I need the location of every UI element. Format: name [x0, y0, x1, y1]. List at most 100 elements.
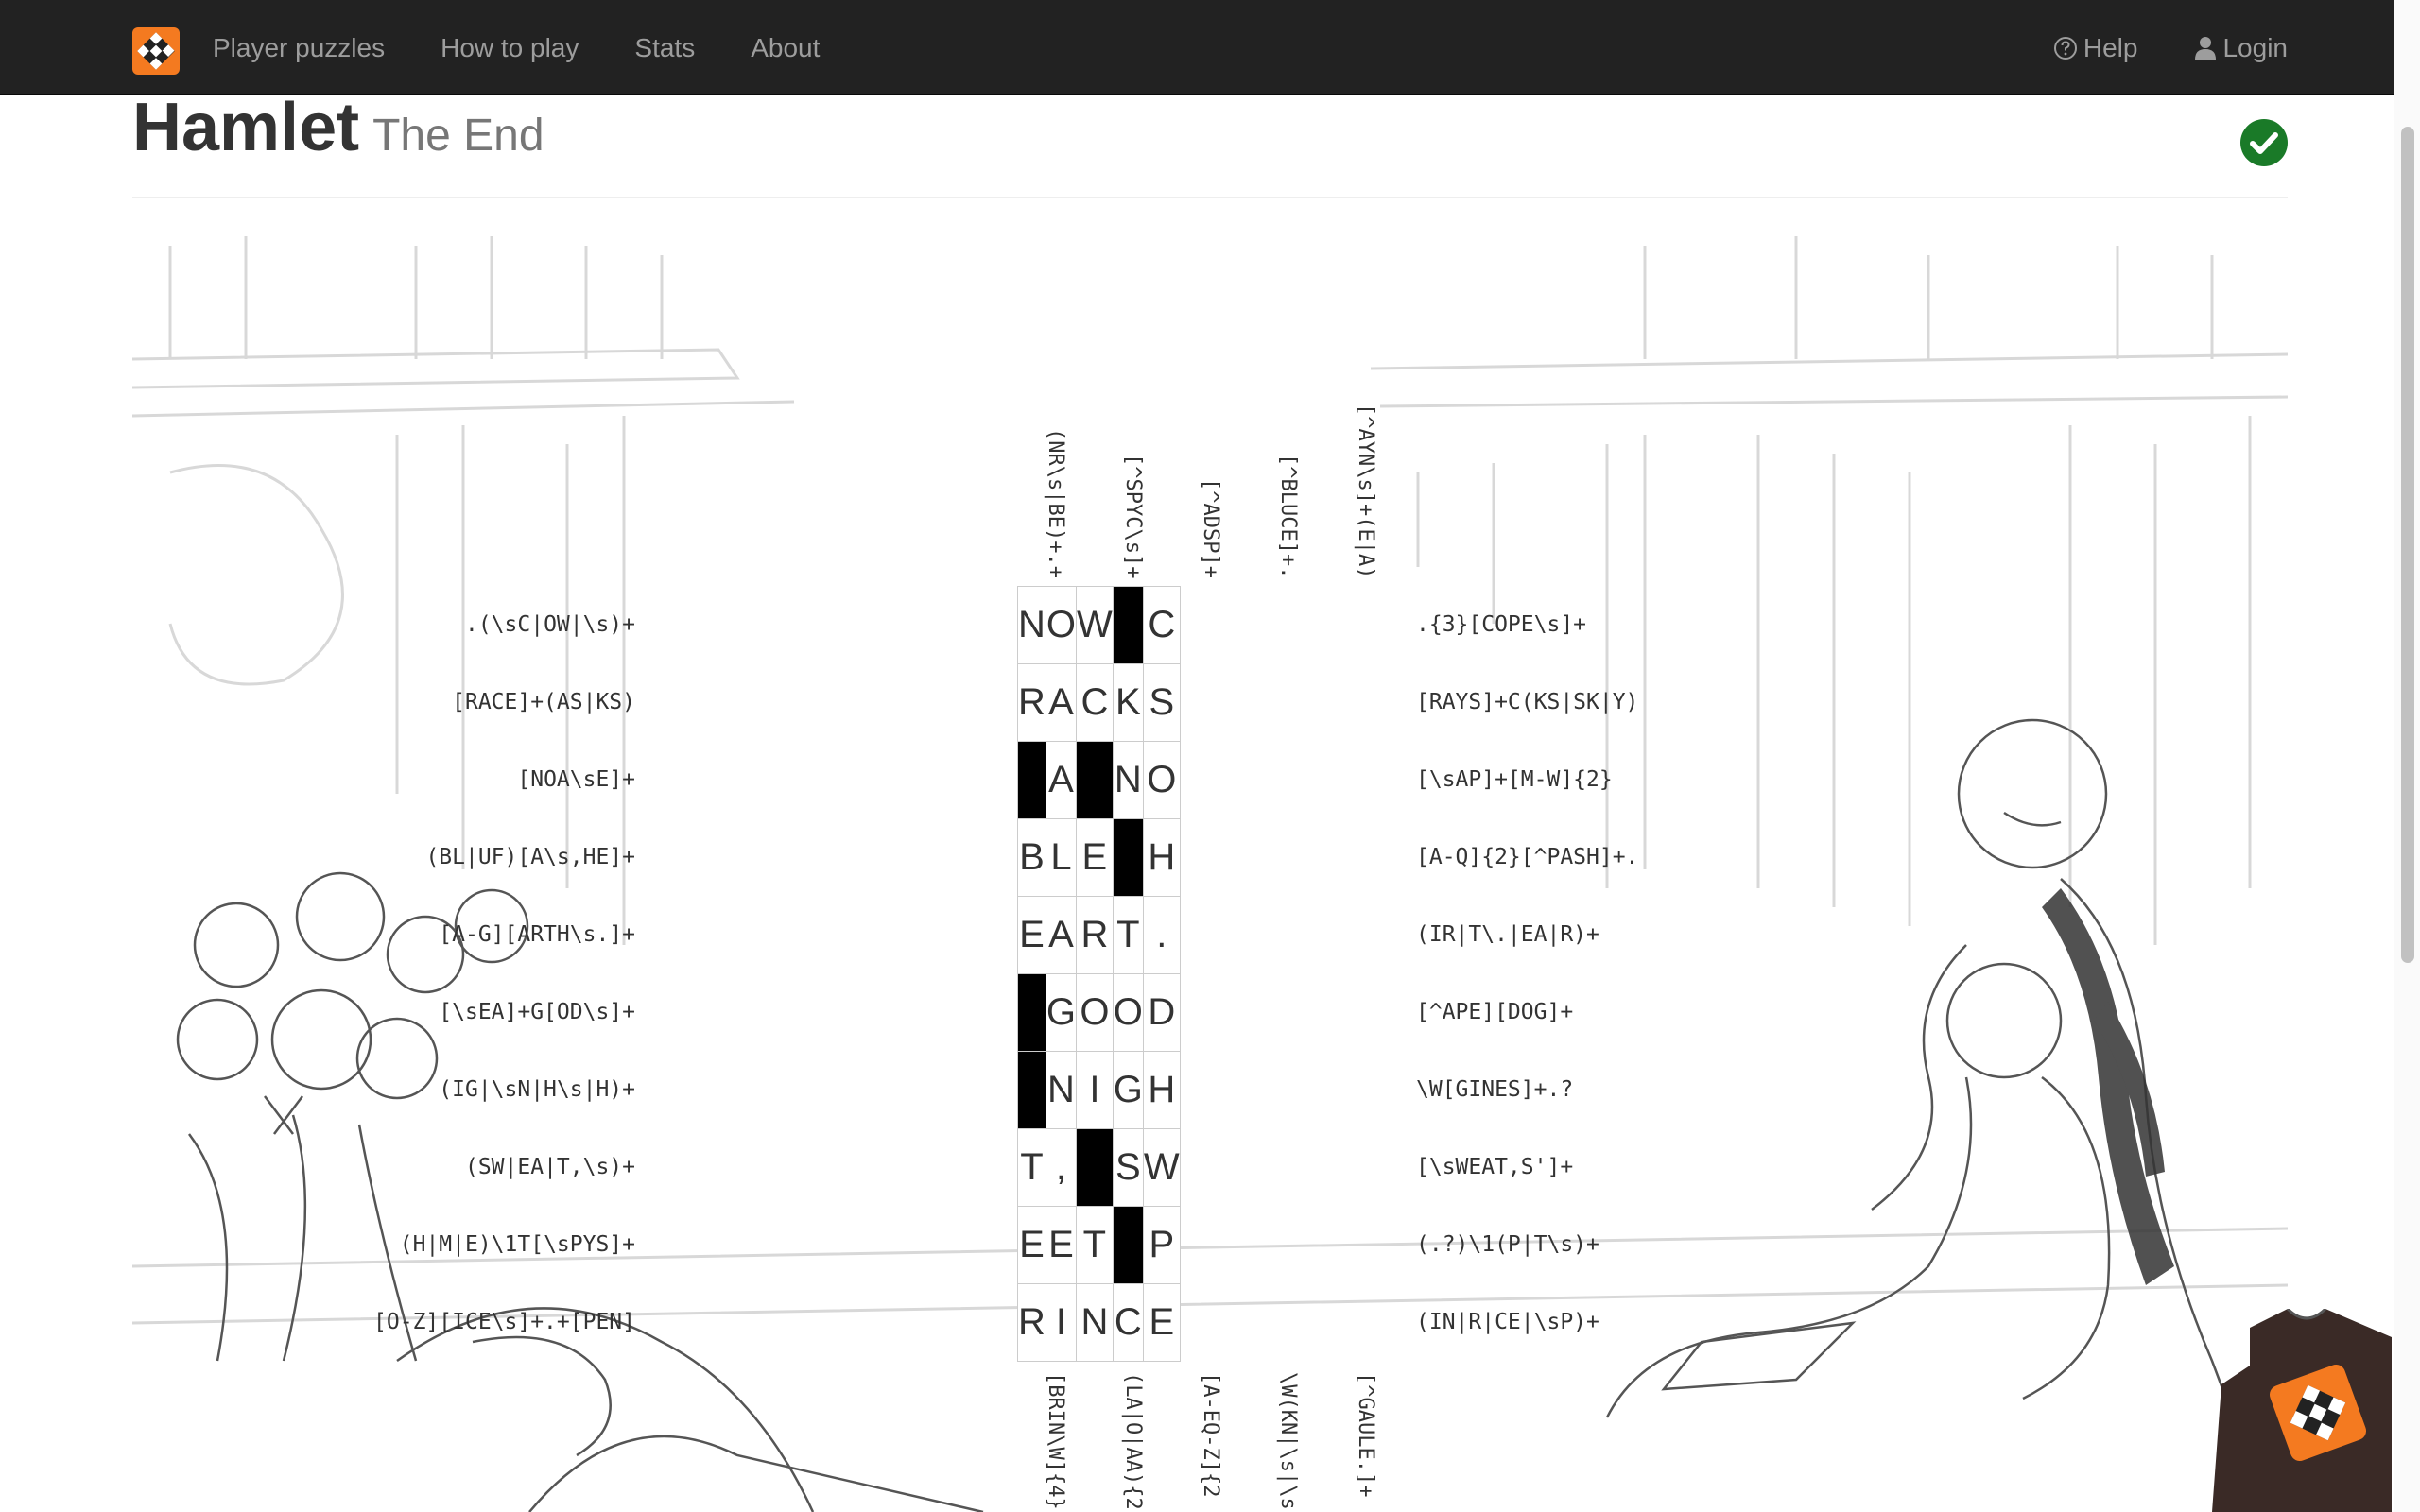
grid-cell[interactable]: E — [1017, 1206, 1046, 1284]
tshirt-promo[interactable] — [2212, 1309, 2392, 1512]
row-clue-left: [NOA\sE]+ — [517, 767, 635, 792]
grid-cell[interactable]: E — [1045, 1206, 1078, 1284]
puzzle-subtitle: The End — [372, 111, 544, 161]
grid-cell[interactable]: O — [1142, 741, 1181, 819]
row-clue-right: [\sAP]+[M-W]{2} — [1416, 767, 1613, 792]
row-clue-left: (H|M|E)\1T[\sPYS]+ — [399, 1232, 635, 1257]
row-clue-right: [RAYS]+C(KS|SK|Y) — [1416, 690, 1639, 714]
column-clue-bottom: [A-EQ-Z]{2 — [1199, 1372, 1222, 1498]
grid-cell[interactable]: C — [1076, 663, 1114, 742]
grid-cell[interactable]: A — [1045, 741, 1078, 819]
grid-row: EETP — [1017, 1206, 1181, 1284]
grid-cell[interactable]: B — [1017, 818, 1046, 897]
page-title: Hamlet The End — [132, 89, 544, 166]
grid-cell[interactable]: A — [1045, 663, 1078, 742]
grid-cell[interactable] — [1076, 741, 1114, 819]
row-clue-left: (BL|UF)[A\s,HE]+ — [425, 845, 635, 869]
question-circle-icon — [2053, 36, 2077, 60]
grid-cell[interactable]: I — [1045, 1283, 1078, 1362]
grid-cell[interactable]: G — [1045, 973, 1078, 1052]
grid-cell[interactable]: P — [1142, 1206, 1181, 1284]
grid-cell[interactable]: G — [1112, 1051, 1144, 1129]
grid-cell[interactable]: T — [1017, 1128, 1046, 1207]
column-clue-bottom: [^GAULE.]+ — [1354, 1372, 1377, 1498]
grid-cell[interactable]: L — [1045, 818, 1078, 897]
row-clue-left: [A-G][ARTH\s.]+ — [439, 922, 635, 947]
column-clue-top: (NR\s|BE)+.+ — [1044, 428, 1067, 578]
row-clue-right: .{3}[COPE\s]+ — [1416, 612, 1587, 637]
grid-cell[interactable]: A — [1045, 896, 1078, 974]
column-clue-bottom: \W(KN|\s|\s — [1276, 1372, 1300, 1510]
grid-cell[interactable] — [1112, 818, 1144, 897]
grid-cell[interactable] — [1017, 973, 1046, 1052]
grid-row: RACKS — [1017, 663, 1181, 742]
grid-cell[interactable]: W — [1142, 1128, 1181, 1207]
grid-cell[interactable]: R — [1017, 663, 1046, 742]
grid-cell[interactable]: E — [1142, 1283, 1181, 1362]
login-link[interactable]: Login — [2194, 33, 2288, 63]
scrollbar-thumb[interactable] — [2401, 127, 2414, 963]
grid-row: GOOD — [1017, 973, 1181, 1052]
row-clue-left: [O-Z][ICE\s]+.+[PEN] — [373, 1310, 635, 1334]
grid-cell[interactable]: N — [1076, 1283, 1114, 1362]
grid-cell[interactable] — [1017, 1051, 1046, 1129]
grid-cell[interactable]: E — [1017, 896, 1046, 974]
row-clue-right: [A-Q]{2}[^PASH]+. — [1416, 845, 1639, 869]
grid-cell[interactable]: R — [1076, 896, 1114, 974]
nav-about[interactable]: About — [751, 33, 820, 63]
row-clue-right: (IR|T\.|EA|R)+ — [1416, 922, 1599, 947]
grid-cell[interactable]: W — [1076, 586, 1114, 664]
help-link[interactable]: Help — [2053, 32, 2138, 63]
grid-cell[interactable]: . — [1142, 896, 1181, 974]
grid-cell[interactable]: N — [1017, 586, 1046, 664]
puzzle-title: Hamlet — [132, 90, 360, 165]
grid-cell[interactable]: K — [1112, 663, 1144, 742]
help-label: Help — [2083, 32, 2138, 62]
row-clue-left: .(\sC|OW|\s)+ — [464, 612, 635, 637]
grid-cell[interactable]: H — [1142, 1051, 1181, 1129]
row-clue-left: [RACE]+(AS|KS) — [452, 690, 635, 714]
row-clue-right: [^APE][DOG]+ — [1416, 1000, 1574, 1024]
grid-row: NIGH — [1017, 1051, 1181, 1129]
grid-cell[interactable] — [1076, 1128, 1114, 1207]
column-clue-top: [^BLUCE]+. — [1276, 454, 1300, 579]
site-logo[interactable] — [132, 27, 180, 75]
row-clue-right: [\sWEAT,S']+ — [1416, 1155, 1574, 1179]
grid-cell[interactable] — [1017, 741, 1046, 819]
grid-cell[interactable] — [1112, 1206, 1144, 1284]
grid-cell[interactable]: D — [1142, 973, 1181, 1052]
nav-stats[interactable]: Stats — [634, 33, 695, 63]
grid-cell[interactable]: I — [1076, 1051, 1114, 1129]
grid-cell[interactable] — [1112, 586, 1144, 664]
row-clue-right: \W[GINES]+.? — [1416, 1077, 1574, 1102]
grid-row: RINCE — [1017, 1283, 1181, 1362]
nav-how-to-play[interactable]: How to play — [441, 33, 579, 63]
nav-player-puzzles[interactable]: Player puzzles — [213, 33, 385, 63]
grid-cell[interactable]: S — [1112, 1128, 1144, 1207]
grid-cell[interactable]: T — [1076, 1206, 1114, 1284]
grid-cell[interactable]: N — [1045, 1051, 1078, 1129]
grid-row: ANO — [1017, 741, 1181, 819]
user-icon — [2195, 36, 2217, 60]
grid-cell[interactable]: , — [1045, 1128, 1078, 1207]
grid-row: BLEH — [1017, 818, 1181, 897]
row-clue-left: (IG|\sN|H\s|H)+ — [439, 1077, 635, 1102]
grid-cell[interactable]: C — [1142, 586, 1181, 664]
grid-cell[interactable]: E — [1076, 818, 1114, 897]
grid-cell[interactable]: C — [1112, 1283, 1144, 1362]
grid-cell[interactable]: O — [1112, 973, 1144, 1052]
grid-cell[interactable]: S — [1142, 663, 1181, 742]
row-clue-left: [\sEA]+G[OD\s]+ — [439, 1000, 635, 1024]
grid-row: T, SW — [1017, 1128, 1181, 1207]
grid-cell[interactable]: H — [1142, 818, 1181, 897]
grid-cell[interactable]: O — [1045, 586, 1078, 664]
check-circle-icon — [2240, 119, 2288, 166]
row-clue-right: (.?)\1(P|T\s)+ — [1416, 1232, 1599, 1257]
grid-cell[interactable]: T — [1112, 896, 1144, 974]
grid-cell[interactable]: N — [1112, 741, 1144, 819]
puzzle-grid: NOWCRACKSANOBLEHEART.GOODNIGHT,SWEETPRIN… — [1017, 586, 1181, 1362]
scrollbar[interactable] — [2394, 0, 2420, 1512]
grid-cell[interactable]: R — [1017, 1283, 1046, 1362]
grid-cell[interactable]: O — [1076, 973, 1114, 1052]
grid-row: EART. — [1017, 896, 1181, 974]
